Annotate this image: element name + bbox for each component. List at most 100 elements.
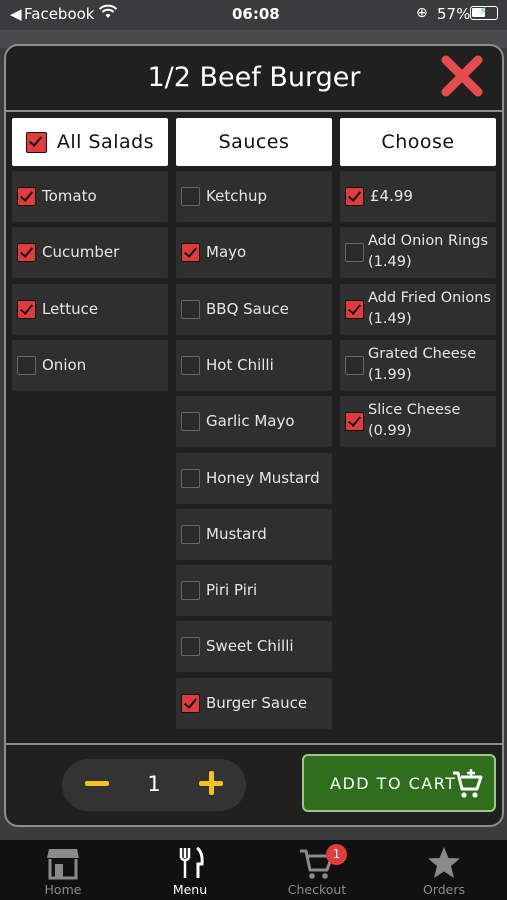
battery-percent: 57%	[437, 5, 471, 23]
option-checkbox[interactable]	[181, 694, 200, 713]
option-name: Tomato	[42, 187, 97, 205]
close-icon[interactable]	[438, 52, 486, 100]
tab-home[interactable]: Home	[0, 840, 126, 900]
option-name: Mustard	[206, 525, 267, 543]
option-label: Piri Piri	[206, 581, 257, 600]
option-row[interactable]: Lettuce	[12, 284, 168, 335]
option-name: Cucumber	[42, 243, 120, 261]
option-name: Add Fried Onions	[368, 290, 491, 306]
option-row[interactable]: Ketchup	[176, 171, 332, 222]
option-name: Lettuce	[42, 300, 99, 318]
option-label: Ketchup	[206, 187, 267, 206]
option-row[interactable]: Slice Cheese (0.99)	[340, 396, 496, 447]
column-heading[interactable]: All Salads	[12, 118, 168, 166]
option-label: Garlic Mayo	[206, 412, 295, 431]
bottom-tab-bar: Home Menu 1 Checkout Orders	[0, 840, 507, 900]
option-checkbox[interactable]	[181, 300, 200, 319]
option-price: (1.49)	[368, 254, 412, 270]
carrier-label[interactable]: Facebook	[24, 5, 94, 23]
option-row[interactable]: BBQ Sauce	[176, 284, 332, 335]
column-heading-label: Sauces	[218, 131, 290, 153]
battery-icon: ⚡	[470, 4, 498, 20]
tab-menu[interactable]: Menu	[127, 840, 253, 900]
option-row[interactable]: Tomato	[12, 171, 168, 222]
option-checkbox[interactable]	[181, 187, 200, 206]
option-row[interactable]: Cucumber	[12, 227, 168, 278]
option-row[interactable]: Honey Mustard	[176, 453, 332, 504]
option-name: Piri Piri	[206, 581, 258, 599]
option-label: Honey Mustard	[206, 469, 320, 488]
tab-home-label: Home	[44, 882, 82, 897]
option-checkbox[interactable]	[17, 187, 36, 206]
add-to-cart-button[interactable]: ADD TO CART	[302, 754, 496, 812]
option-label: Add Fried Onions (1.49)	[368, 288, 491, 330]
option-checkbox[interactable]	[17, 300, 36, 319]
option-row[interactable]: Piri Piri	[176, 565, 332, 616]
option-row[interactable]: Burger Sauce	[176, 678, 332, 729]
select-all-checkbox[interactable]	[25, 131, 47, 153]
option-row[interactable]: Mustard	[176, 509, 332, 560]
back-arrow-icon[interactable]: ◀	[10, 5, 22, 23]
option-name: Add Onion Rings	[368, 233, 489, 249]
column-heading-label: All Salads	[56, 131, 155, 153]
option-label: Onion	[42, 356, 86, 375]
option-checkbox[interactable]	[345, 356, 364, 375]
option-row[interactable]: Add Fried Onions (1.49)	[340, 284, 496, 335]
option-checkbox[interactable]	[181, 581, 200, 600]
option-row[interactable]: Onion	[12, 340, 168, 391]
option-checkbox[interactable]	[181, 412, 200, 431]
store-icon	[47, 849, 79, 880]
option-row[interactable]: Garlic Mayo	[176, 396, 332, 447]
option-name: Hot Chilli	[206, 356, 274, 374]
option-name: Mayo	[206, 243, 247, 261]
status-bar: ◀ Facebook 06:08 ⊕ 57% ⚡	[0, 0, 507, 28]
option-name: Sweet Chilli	[206, 637, 294, 655]
option-checkbox[interactable]	[17, 243, 36, 262]
quantity-stepper: 1	[62, 759, 246, 811]
option-checkbox[interactable]	[181, 637, 200, 656]
option-label: Burger Sauce	[206, 694, 307, 713]
option-row[interactable]: Sweet Chilli	[176, 621, 332, 672]
increase-quantity-button[interactable]	[196, 768, 226, 798]
orientation-lock-icon: ⊕	[416, 5, 428, 21]
footer-divider	[6, 743, 502, 745]
option-checkbox[interactable]	[181, 356, 200, 375]
option-checkbox[interactable]	[345, 300, 364, 319]
option-checkbox[interactable]	[181, 243, 200, 262]
modal-title: 1/2 Beef Burger	[147, 62, 361, 93]
tab-checkout[interactable]: 1 Checkout	[254, 840, 380, 900]
option-name: Onion	[42, 356, 87, 374]
option-row[interactable]: Add Onion Rings (1.49)	[340, 227, 496, 278]
option-label: Add Onion Rings (1.49)	[368, 231, 488, 273]
option-label: BBQ Sauce	[206, 300, 289, 319]
option-row[interactable]: Mayo	[176, 227, 332, 278]
option-price: (0.99)	[368, 423, 412, 439]
tab-orders-label: Orders	[422, 882, 466, 897]
option-label: Slice Cheese (0.99)	[368, 400, 460, 442]
option-label: Tomato	[42, 187, 97, 206]
option-label: Mayo	[206, 243, 246, 262]
option-name: Burger Sauce	[206, 694, 308, 712]
option-checkbox[interactable]	[181, 525, 200, 544]
star-icon	[428, 847, 460, 878]
decrease-quantity-button[interactable]	[82, 768, 112, 798]
option-label: Cucumber	[42, 243, 119, 262]
option-label: £4.99	[370, 187, 413, 206]
option-checkbox[interactable]	[345, 187, 364, 206]
option-checkbox[interactable]	[17, 356, 36, 375]
option-row[interactable]: £4.99	[340, 171, 496, 222]
option-row[interactable]: Grated Cheese (1.99)	[340, 340, 496, 391]
option-row[interactable]: Hot Chilli	[176, 340, 332, 391]
option-name: BBQ Sauce	[206, 300, 289, 318]
tab-menu-label: Menu	[172, 882, 208, 897]
option-checkbox[interactable]	[345, 412, 364, 431]
option-checkbox[interactable]	[181, 469, 200, 488]
charging-icon: ⚡	[479, 4, 488, 18]
option-name: Garlic Mayo	[206, 412, 295, 430]
option-checkbox[interactable]	[345, 243, 364, 262]
tab-orders[interactable]: Orders	[381, 840, 507, 900]
quantity-value: 1	[147, 772, 161, 796]
option-label: Lettuce	[42, 300, 98, 319]
option-name: Honey Mustard	[206, 469, 320, 487]
option-price: (1.49)	[368, 311, 412, 327]
